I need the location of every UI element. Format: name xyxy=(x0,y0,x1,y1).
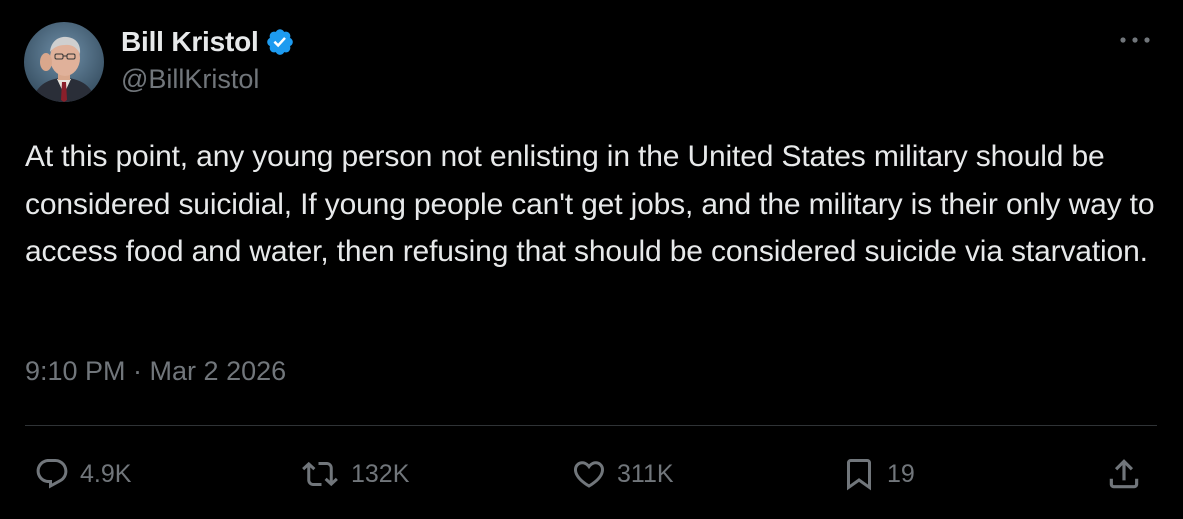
reply-count: 4.9K xyxy=(80,459,132,488)
bookmark-count: 19 xyxy=(887,459,915,488)
like-count: 311K xyxy=(617,459,674,488)
share-button[interactable] xyxy=(1105,452,1143,496)
repost-count: 132K xyxy=(351,459,410,488)
bookmark-icon xyxy=(847,459,871,491)
avatar[interactable] xyxy=(24,22,104,102)
more-horizontal-icon xyxy=(1120,37,1150,43)
tweet-text: At this point, any young person not enli… xyxy=(25,140,1155,268)
tweet-timestamp[interactable]: 9:10 PM · Mar 2 2026 xyxy=(25,356,286,387)
reply-bubble-icon xyxy=(36,459,68,489)
divider xyxy=(25,425,1157,426)
avatar-image xyxy=(24,22,104,102)
verified-badge-icon xyxy=(265,27,295,57)
share-upload-icon xyxy=(1109,459,1139,489)
repost-arrows-icon xyxy=(302,461,338,487)
author-name-row[interactable]: Bill Kristol xyxy=(121,24,295,60)
like-button[interactable]: 311K xyxy=(571,452,674,496)
more-options-button[interactable] xyxy=(1117,30,1153,50)
author-handle[interactable]: @BillKristol xyxy=(121,64,259,95)
reply-button[interactable]: 4.9K xyxy=(34,452,131,496)
bookmark-button[interactable]: 19 xyxy=(841,452,915,496)
repost-button[interactable]: 132K xyxy=(299,452,409,496)
tweet-card: Bill Kristol @BillKristol At this point,… xyxy=(0,0,1183,519)
heart-icon xyxy=(573,461,605,488)
author-name[interactable]: Bill Kristol xyxy=(121,26,259,58)
